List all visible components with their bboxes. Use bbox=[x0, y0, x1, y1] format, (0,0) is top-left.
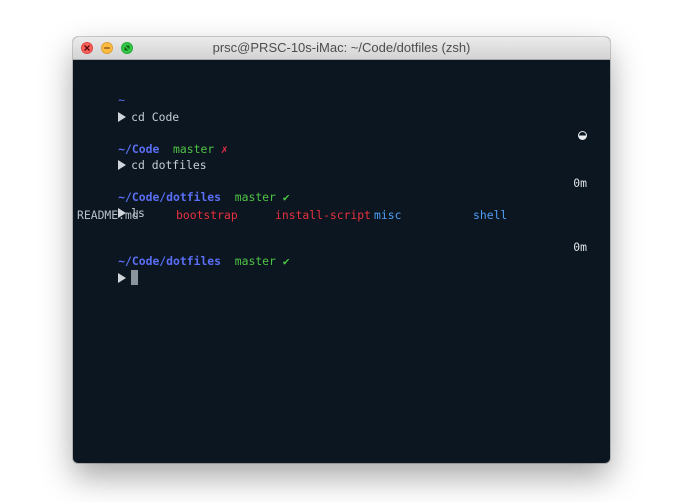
prompt-line: ~/Code master ✗ bbox=[77, 128, 228, 156]
ls-output: README.md bootstrap install-script misc … bbox=[77, 208, 537, 222]
half-circle-icon bbox=[578, 131, 587, 140]
git-branch: master bbox=[234, 190, 276, 204]
command-text: cd dotfiles bbox=[131, 158, 207, 172]
triangle-right-icon bbox=[118, 160, 127, 170]
command-line: cd dotfiles bbox=[77, 144, 207, 172]
git-status-clean: ✔ bbox=[282, 254, 290, 268]
ls-entry-executable: install-script bbox=[275, 208, 372, 222]
command-text: cd Code bbox=[131, 110, 180, 124]
triangle-right-icon bbox=[118, 273, 127, 283]
prompt-line: ~ bbox=[77, 79, 125, 107]
ls-entry-directory: shell bbox=[473, 208, 508, 222]
elapsed-time: 0m bbox=[573, 240, 587, 254]
command-line: cd Code bbox=[77, 96, 179, 124]
prompt-line: ~/Code/dotfiles master ✔ bbox=[77, 240, 289, 268]
git-status-clean: ✔ bbox=[282, 190, 290, 204]
input-line[interactable] bbox=[77, 256, 139, 285]
elapsed-time: 0m bbox=[573, 176, 587, 190]
ls-entry-executable: bootstrap bbox=[176, 208, 238, 222]
window-title: prsc@PRSC-10s-iMac: ~/Code/dotfiles (zsh… bbox=[212, 40, 471, 55]
text-cursor[interactable] bbox=[131, 270, 139, 285]
ls-entry-directory: misc bbox=[374, 208, 402, 222]
git-status-dirty: ✗ bbox=[221, 142, 228, 156]
status-spinner bbox=[578, 128, 587, 142]
ls-entry-file: README.md bbox=[77, 208, 139, 222]
command-line: ls bbox=[77, 192, 145, 220]
terminal-window: prsc@PRSC-10s-iMac: ~/Code/dotfiles (zsh… bbox=[73, 37, 610, 463]
title-bar[interactable]: prsc@PRSC-10s-iMac: ~/Code/dotfiles (zsh… bbox=[73, 37, 610, 60]
triangle-right-icon bbox=[118, 112, 127, 122]
prompt-line: ~/Code/dotfiles master ✔ bbox=[77, 176, 289, 204]
git-branch: master bbox=[234, 254, 276, 268]
